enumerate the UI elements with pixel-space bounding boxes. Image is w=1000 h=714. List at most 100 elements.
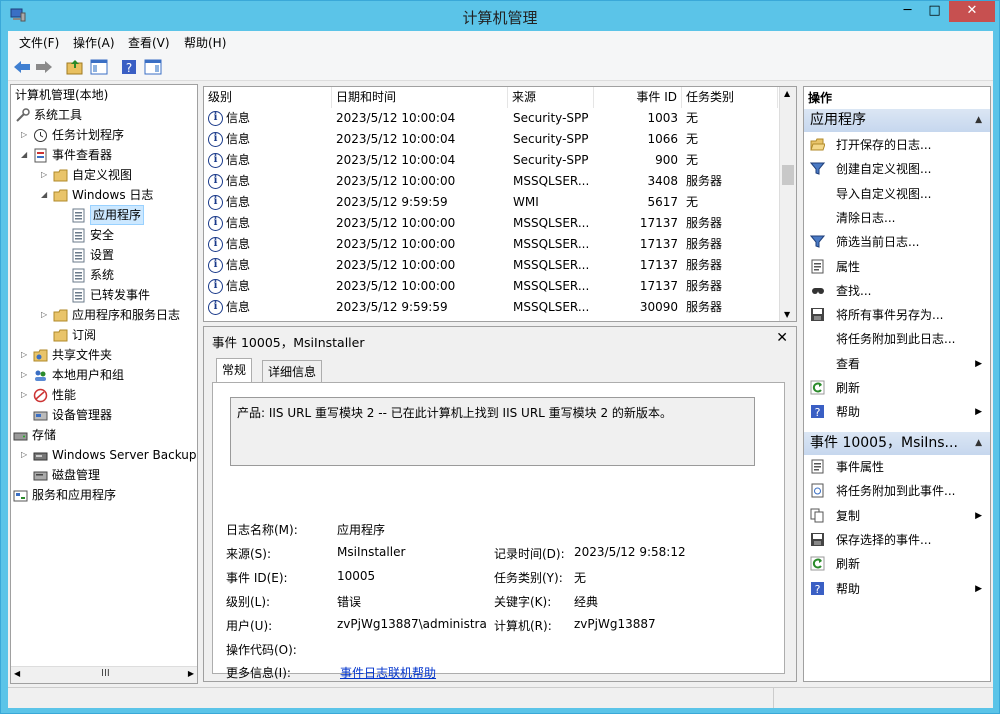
scroll-thumb[interactable] (782, 165, 794, 185)
application-action-0[interactable]: 打开保存的日志... (804, 133, 990, 157)
maximize-button[interactable]: □ (921, 1, 948, 22)
tab-general[interactable]: 常规 (216, 358, 253, 383)
column-header-source[interactable]: 来源 (508, 87, 594, 108)
event-row[interactable]: i 信息 2023/5/12 9:59:59 MSSQLSER... 30090 服务器 (204, 297, 778, 318)
title-bar[interactable]: 计算机管理 ─ □ ✕ (1, 1, 999, 31)
scroll-down-icon[interactable]: ▼ (784, 310, 790, 319)
show-hide-action-pane-button[interactable] (142, 56, 164, 78)
scroll-left-icon[interactable]: ◀ (14, 669, 20, 678)
event-datetime: 2023/5/12 10:00:00 (336, 174, 456, 188)
event-row[interactable]: i 信息 2023/5/12 10:00:00 MSSQLSER... 17137 服务器 (204, 255, 778, 276)
expand-icon[interactable]: ▷ (21, 365, 31, 385)
event-action-3[interactable]: 保存选择的事件... (804, 528, 990, 552)
event-row[interactable]: i 信息 2023/5/12 10:00:04 Security-SPP 900 无 (204, 150, 778, 171)
menu-action[interactable]: 操作(A) (73, 34, 115, 51)
tree-node-13[interactable]: ▷ 共享文件夹 (11, 345, 197, 365)
application-action-1[interactable]: 创建自定义视图... (804, 157, 990, 181)
application-action-11[interactable]: ? 帮助 ▶ (804, 400, 990, 424)
event-row[interactable]: i 信息 2023/5/12 10:00:00 MSSQLSER... 17137 服务器 (204, 276, 778, 297)
tree-node-7[interactable]: 安全 (11, 225, 197, 245)
show-hide-tree-button[interactable] (88, 56, 110, 78)
tree-node-11[interactable]: ▷ 应用程序和服务日志 (11, 305, 197, 325)
event-action-5[interactable]: ? 帮助 ▶ (804, 577, 990, 601)
event-action-2[interactable]: 复制 ▶ (804, 504, 990, 528)
up-folder-button[interactable] (64, 56, 86, 78)
tree-node-6[interactable]: 应用程序 (11, 205, 197, 225)
tree-node-3[interactable]: ◢ 事件查看器 (11, 145, 197, 165)
application-action-7[interactable]: 将所有事件另存为... (804, 303, 990, 327)
expand-icon[interactable]: ▷ (10, 485, 11, 505)
event-row[interactable]: i 信息 2023/5/12 10:00:00 MSSQLSER... 3408 服务器 (204, 171, 778, 192)
column-header-task-category[interactable]: 任务类别 (682, 87, 778, 108)
event-log-online-help-link[interactable]: 事件日志联机帮助 (340, 664, 436, 681)
menu-file[interactable]: 文件(F) (19, 34, 59, 51)
application-action-2[interactable]: 导入自定义视图... (804, 182, 990, 206)
event-row[interactable]: i 信息 2023/5/12 10:00:04 Security-SPP 1066 无 (204, 129, 778, 150)
tree-node-17[interactable]: ◢ 存储 (11, 425, 197, 445)
forward-button[interactable] (33, 56, 55, 78)
tree-node-1[interactable]: 系统工具 (11, 105, 197, 125)
action-label: 打开保存的日志... (836, 138, 932, 152)
collapse-icon[interactable]: ▲ (975, 109, 982, 132)
tree-node-20[interactable]: ▷ 服务和应用程序 (11, 485, 197, 505)
tree-node-2[interactable]: ▷ 任务计划程序 (11, 125, 197, 145)
collapse-icon[interactable]: ◢ (21, 145, 31, 165)
tree-node-18[interactable]: ▷ Windows Server Backup (11, 445, 197, 465)
event-list-vertical-scrollbar[interactable]: ▲ ▼ (779, 87, 796, 321)
menu-help[interactable]: 帮助(H) (184, 34, 226, 51)
collapse-icon[interactable]: ◢ (41, 185, 51, 205)
application-action-4[interactable]: 筛选当前日志... (804, 230, 990, 254)
event-action-4[interactable]: 刷新 (804, 552, 990, 576)
expand-icon[interactable]: ▷ (41, 165, 51, 185)
expand-icon[interactable]: ▷ (41, 305, 51, 325)
expand-icon[interactable]: ▷ (21, 345, 31, 365)
event-row[interactable]: i 信息 2023/5/12 9:59:59 WMI 5617 无 (204, 192, 778, 213)
actions-section-application[interactable]: 应用程序 ▲ (804, 109, 990, 132)
event-row[interactable]: i 信息 2023/5/12 10:00:04 Security-SPP 1003 无 (204, 108, 778, 129)
tree-node-10[interactable]: 已转发事件 (11, 285, 197, 305)
application-action-9[interactable]: 查看 ▶ (804, 352, 990, 376)
event-action-1[interactable]: 将任务附加到此事件... (804, 479, 990, 503)
back-button[interactable] (11, 56, 33, 78)
scroll-up-icon[interactable]: ▲ (784, 89, 790, 98)
column-header-level[interactable]: 级别 (204, 87, 332, 108)
close-detail-button[interactable]: ✕ (776, 330, 788, 346)
menu-view[interactable]: 查看(V) (128, 34, 170, 51)
event-description[interactable]: 产品: IIS URL 重写模块 2 -- 已在此计算机上找到 IIS URL … (230, 397, 755, 466)
event-row[interactable]: i 信息 2023/5/12 10:00:00 MSSQLSER... 17137 服务器 (204, 213, 778, 234)
tree-node-12[interactable]: 订阅 (11, 325, 197, 345)
event-row[interactable]: i 信息 2023/5/12 10:00:00 MSSQLSER... 17137 服务器 (204, 234, 778, 255)
tree-node-15[interactable]: ▷ 性能 (11, 385, 197, 405)
scroll-thumb-grip[interactable]: III (101, 668, 110, 679)
tab-details[interactable]: 详细信息 (262, 360, 323, 382)
refresh-icon (810, 380, 825, 395)
application-action-6[interactable]: 查找... (804, 279, 990, 303)
close-window-button[interactable]: ✕ (949, 1, 995, 22)
tree-node-4[interactable]: ▷ 自定义视图 (11, 165, 197, 185)
scroll-right-icon[interactable]: ▶ (188, 669, 194, 678)
application-action-10[interactable]: 刷新 (804, 376, 990, 400)
event-task-category: 服务器 (686, 300, 723, 314)
tree-node-19[interactable]: 磁盘管理 (11, 465, 197, 485)
column-header-event-id[interactable]: 事件 ID (594, 87, 682, 108)
tree-node-5[interactable]: ◢ Windows 日志 (11, 185, 197, 205)
collapse-icon[interactable]: ▲ (975, 432, 982, 455)
column-header-datetime[interactable]: 日期和时间 (332, 87, 508, 108)
actions-section-event[interactable]: 事件 10005，MsiIns... ▲ (804, 432, 990, 455)
application-action-3[interactable]: 清除日志... (804, 206, 990, 230)
minimize-button[interactable]: ─ (894, 1, 921, 22)
tree-horizontal-scrollbar[interactable]: ◀ III ▶ (11, 666, 197, 683)
expand-icon[interactable]: ▷ (21, 125, 31, 145)
tree-node-8[interactable]: 设置 (11, 245, 197, 265)
expand-icon[interactable]: ▷ (21, 385, 31, 405)
tree-node-16[interactable]: 设备管理器 (11, 405, 197, 425)
application-action-5[interactable]: 属性 (804, 255, 990, 279)
collapse-icon[interactable]: ◢ (10, 425, 11, 445)
tree-node-14[interactable]: ▷ 本地用户和组 (11, 365, 197, 385)
application-action-8[interactable]: 将任务附加到此日志... (804, 327, 990, 351)
event-action-0[interactable]: 事件属性 (804, 455, 990, 479)
tree-node-0[interactable]: 计算机管理(本地) (11, 85, 197, 105)
help-toolbar-button[interactable]: ? (118, 56, 140, 78)
expand-icon[interactable]: ▷ (21, 445, 31, 465)
tree-node-9[interactable]: 系统 (11, 265, 197, 285)
